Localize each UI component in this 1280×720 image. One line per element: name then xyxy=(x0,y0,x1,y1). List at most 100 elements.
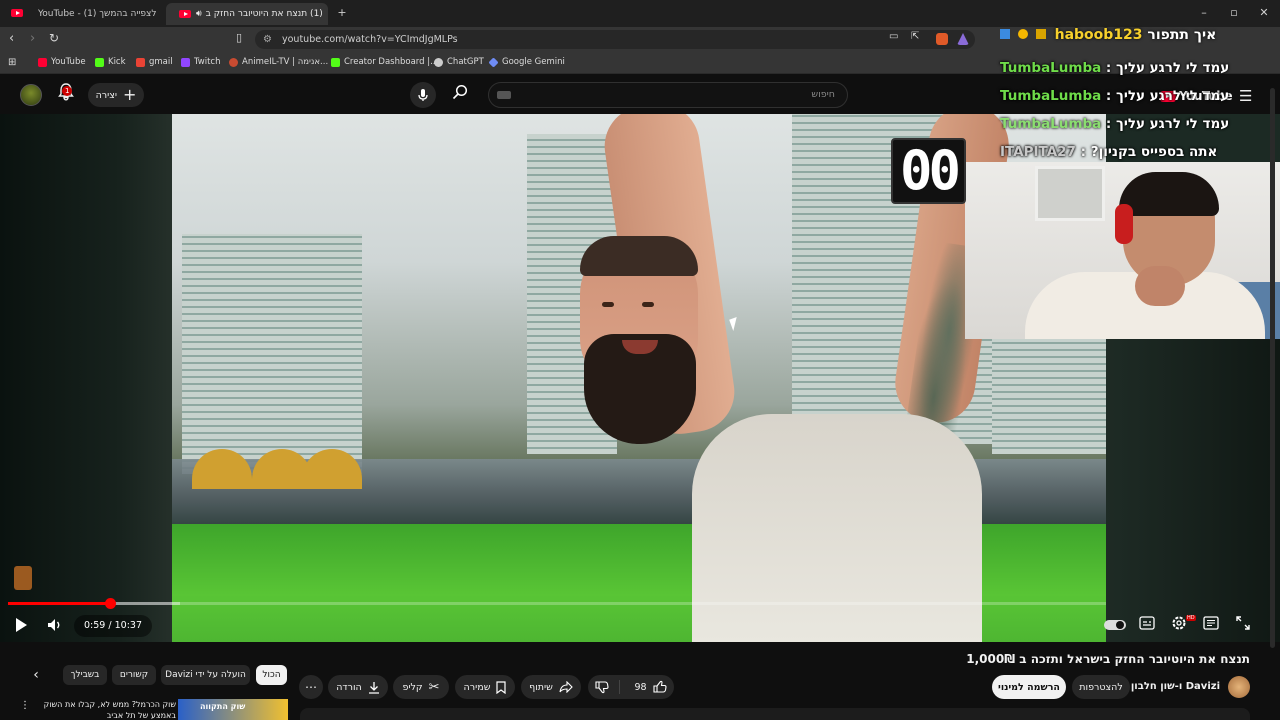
bookmark-youtube[interactable]: YouTube xyxy=(38,57,86,67)
fullscreen-button[interactable] xyxy=(1236,616,1250,630)
youtube-favicon-icon xyxy=(179,10,191,18)
channel-watermark[interactable] xyxy=(14,566,32,590)
time-display: 0:59 / 10:37 xyxy=(74,615,152,637)
progress-scrubber[interactable] xyxy=(104,598,116,609)
bookmark-gmail[interactable]: gmail xyxy=(136,57,173,67)
tab-current-video[interactable]: 🔊︎ (1) תנצח את היוטיובר החזק ב ✕ xyxy=(166,3,328,25)
captions-button[interactable] xyxy=(1139,616,1155,630)
page-scrollbar[interactable] xyxy=(1270,88,1275,648)
stream-timer: 00 xyxy=(891,138,966,204)
new-tab-button[interactable]: + xyxy=(335,6,349,19)
chip-uploaded-by[interactable]: הועלה על ידי Davizi xyxy=(161,665,250,685)
screen: YouTube - לצפייה בהמשך (1) 🔊︎ (1) תנצח א… xyxy=(0,0,1280,720)
volume-button[interactable] xyxy=(47,617,63,633)
gemini-icon xyxy=(488,56,499,68)
streamer-webcam-overlay xyxy=(965,162,1280,339)
site-info-icon[interactable]: ⚙ xyxy=(263,30,272,49)
like-button[interactable]: 98 xyxy=(626,680,667,694)
current-time: 0:59 xyxy=(84,620,106,631)
subscribe-button[interactable]: הרשמה למינוי xyxy=(992,675,1066,699)
share-page-icon[interactable]: ⇱ xyxy=(911,31,919,42)
bookmark-twitch[interactable]: Twitch xyxy=(181,57,221,67)
address-bar[interactable]: ⚙ youtube.com/watch?v=YCImdJgMLPs xyxy=(255,30,975,49)
headset-icon xyxy=(1115,204,1133,244)
play-icon xyxy=(16,618,27,632)
chatgpt-icon xyxy=(434,57,443,67)
duration: 10:37 xyxy=(114,620,142,631)
maximize-button[interactable]: ▫ xyxy=(1227,6,1241,19)
create-button[interactable]: יצירה + xyxy=(88,83,144,107)
description-box[interactable] xyxy=(300,708,1250,720)
close-window-button[interactable]: ✕ xyxy=(1257,6,1271,19)
tab-watch-later[interactable]: YouTube - לצפייה בהמשך (1) xyxy=(30,3,165,25)
recommended-video-title[interactable]: שוק הכרמל? ממש לא, קבלו את השוק באמצע של… xyxy=(36,699,176,720)
autoplay-toggle[interactable] xyxy=(1104,620,1126,630)
scissors-icon: ✂ xyxy=(428,679,440,695)
chat-header-line: haboob123 איך תתפור xyxy=(1000,27,1216,47)
browser-tabbar: YouTube - לצפייה בהמשך (1) 🔊︎ (1) תנצח א… xyxy=(0,0,1280,27)
play-button[interactable] xyxy=(14,617,28,633)
dislike-button[interactable] xyxy=(595,680,621,694)
create-label: יצירה xyxy=(95,89,118,101)
gear-icon xyxy=(1172,616,1186,630)
chat-username: haboob123 xyxy=(1054,27,1143,43)
badge-icon xyxy=(1000,29,1010,39)
miniplayer-button[interactable] xyxy=(1203,616,1219,630)
search-input[interactable]: חיפוש xyxy=(488,82,848,108)
thumbs-up-icon xyxy=(652,680,667,693)
twitch-icon xyxy=(181,57,190,67)
brave-shield-icon[interactable] xyxy=(936,33,948,45)
gmail-icon xyxy=(136,57,145,67)
join-button[interactable]: להצטרפות xyxy=(1072,675,1130,699)
bookmark-icon[interactable]: ▯ xyxy=(236,31,242,44)
bookmark-creator-dashboard[interactable]: Creator Dashboard |... xyxy=(331,57,438,67)
kick-icon xyxy=(331,57,340,67)
chip-all[interactable]: הכול xyxy=(256,665,287,685)
channel-name[interactable]: Davizi ו-שון חלבון xyxy=(1131,681,1220,692)
bookmark-animeil[interactable]: AnimeIL-TV | אנימה... xyxy=(229,57,328,67)
cast-icon[interactable]: ▭ xyxy=(889,31,898,42)
video-title: תנצח את היוטיובר החזק בישראל ותזכה ב 1,0… xyxy=(966,652,1250,666)
youtube-favicon-icon xyxy=(11,9,23,17)
voice-search-button[interactable] xyxy=(410,82,436,108)
video-background-right xyxy=(1106,334,1280,642)
save-button[interactable]: שמירה xyxy=(455,675,515,699)
captions-icon xyxy=(1139,616,1155,630)
chip-related[interactable]: קשורים xyxy=(112,665,156,685)
bookmark-chatgpt[interactable]: ChatGPT xyxy=(434,57,484,67)
apps-grid-icon[interactable]: ⊞ xyxy=(8,57,16,68)
minimize-button[interactable]: – xyxy=(1197,6,1211,19)
recommendation-menu-icon[interactable]: ⋮ xyxy=(20,700,30,711)
miniplayer-icon xyxy=(1203,616,1219,630)
channel-avatar[interactable] xyxy=(1228,676,1250,698)
account-avatar[interactable] xyxy=(20,84,42,106)
reload-icon[interactable]: ↻ xyxy=(49,31,59,45)
chips-scroll-left-icon[interactable]: ‹ xyxy=(26,665,46,685)
kick-icon xyxy=(95,57,104,67)
clip-button[interactable]: קליפ ✂ xyxy=(393,675,449,699)
settings-button[interactable] xyxy=(1171,615,1187,631)
tab-title: YouTube - לצפייה בהמשך (1) xyxy=(38,9,157,19)
bookmark-kick[interactable]: Kick xyxy=(95,57,126,67)
like-dislike-group: 98 xyxy=(588,675,674,699)
back-icon[interactable]: ‹ xyxy=(9,31,14,46)
chat-line: TumbaLumba : עמד לי לרגע עליך xyxy=(1000,88,1230,104)
share-button[interactable]: שיתוף xyxy=(521,675,581,699)
progress-bar[interactable] xyxy=(8,598,1106,609)
url-text: youtube.com/watch?v=YCImdJgMLPs xyxy=(282,34,458,45)
fullscreen-icon xyxy=(1236,616,1250,630)
forward-icon[interactable]: › xyxy=(30,31,35,46)
download-icon xyxy=(368,681,379,694)
recommended-video-thumbnail[interactable]: שוק התקווה xyxy=(178,699,288,720)
download-button[interactable]: הורדה xyxy=(328,675,388,699)
share-icon xyxy=(559,681,573,693)
chat-line: TumbaLumba : עמד לי לרגע עליך xyxy=(1000,116,1230,132)
more-actions-button[interactable]: ⋯ xyxy=(299,675,323,699)
bookmark-gemini[interactable]: Google Gemini xyxy=(488,56,565,68)
search-button[interactable] xyxy=(452,84,468,100)
chat-line: TumbaLumba : עמד לי לרגע עליך xyxy=(1000,60,1230,76)
search-placeholder: חיפוש xyxy=(811,89,835,100)
chip-for-you[interactable]: בשבילך xyxy=(63,665,107,685)
thumbs-down-icon xyxy=(595,681,610,694)
keyboard-icon[interactable] xyxy=(497,91,511,99)
